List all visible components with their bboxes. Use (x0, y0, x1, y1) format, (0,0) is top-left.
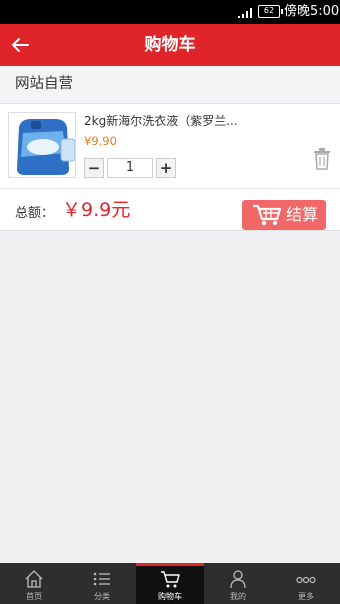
tab-home-label: 首页 (26, 592, 42, 601)
trash-icon[interactable] (313, 148, 331, 170)
battery-indicator: 62 (258, 5, 283, 18)
list-icon (93, 572, 110, 586)
user-icon (230, 570, 246, 589)
checkout-label: 结算 (286, 205, 319, 224)
tab-home[interactable]: 首页 (0, 563, 68, 604)
shopping-cart-icon (253, 204, 282, 226)
cart-icon (161, 571, 180, 588)
tab-profile-label: 我的 (230, 592, 246, 601)
checkout-button[interactable]: 结算 (242, 200, 326, 230)
tab-category-label: 分类 (94, 592, 110, 601)
quantity-increase-button[interactable]: + (156, 158, 176, 178)
tab-cart[interactable]: 购物车 (136, 563, 204, 604)
tab-cart-label: 购物车 (158, 592, 182, 601)
total-label: 总额： (15, 206, 55, 221)
product-price: ¥9.90 (84, 134, 117, 148)
total-amount: ￥9.9元 (62, 199, 131, 221)
quantity-decrease-button[interactable]: − (84, 158, 104, 178)
total-bar: 总额： ￥9.9元 结算 (0, 189, 340, 231)
tab-category[interactable]: 分类 (68, 563, 136, 604)
bottom-tab-bar: 首页 分类 购物车 我的 更多 (0, 563, 340, 604)
cart-item: 2kg新海尔洗衣液（紫罗兰... ¥9.90 − 1 + (0, 103, 340, 189)
home-icon (25, 570, 43, 588)
tab-more-label: 更多 (298, 592, 314, 601)
tab-profile[interactable]: 我的 (204, 563, 272, 604)
app-header: 购物车 (0, 24, 340, 66)
product-name[interactable]: 2kg新海尔洗衣液（紫罗兰... (84, 112, 244, 129)
quantity-input[interactable]: 1 (107, 158, 153, 178)
tab-more[interactable]: 更多 (272, 563, 340, 604)
more-icon (296, 576, 316, 584)
signal-icon (238, 8, 252, 18)
status-bar: 62 傍晚5:00 (0, 0, 340, 24)
product-image[interactable] (8, 112, 76, 178)
page-title: 购物车 (144, 35, 196, 55)
store-section-title: 网站自营 (0, 66, 340, 103)
clock: 傍晚5:00 (284, 4, 340, 19)
